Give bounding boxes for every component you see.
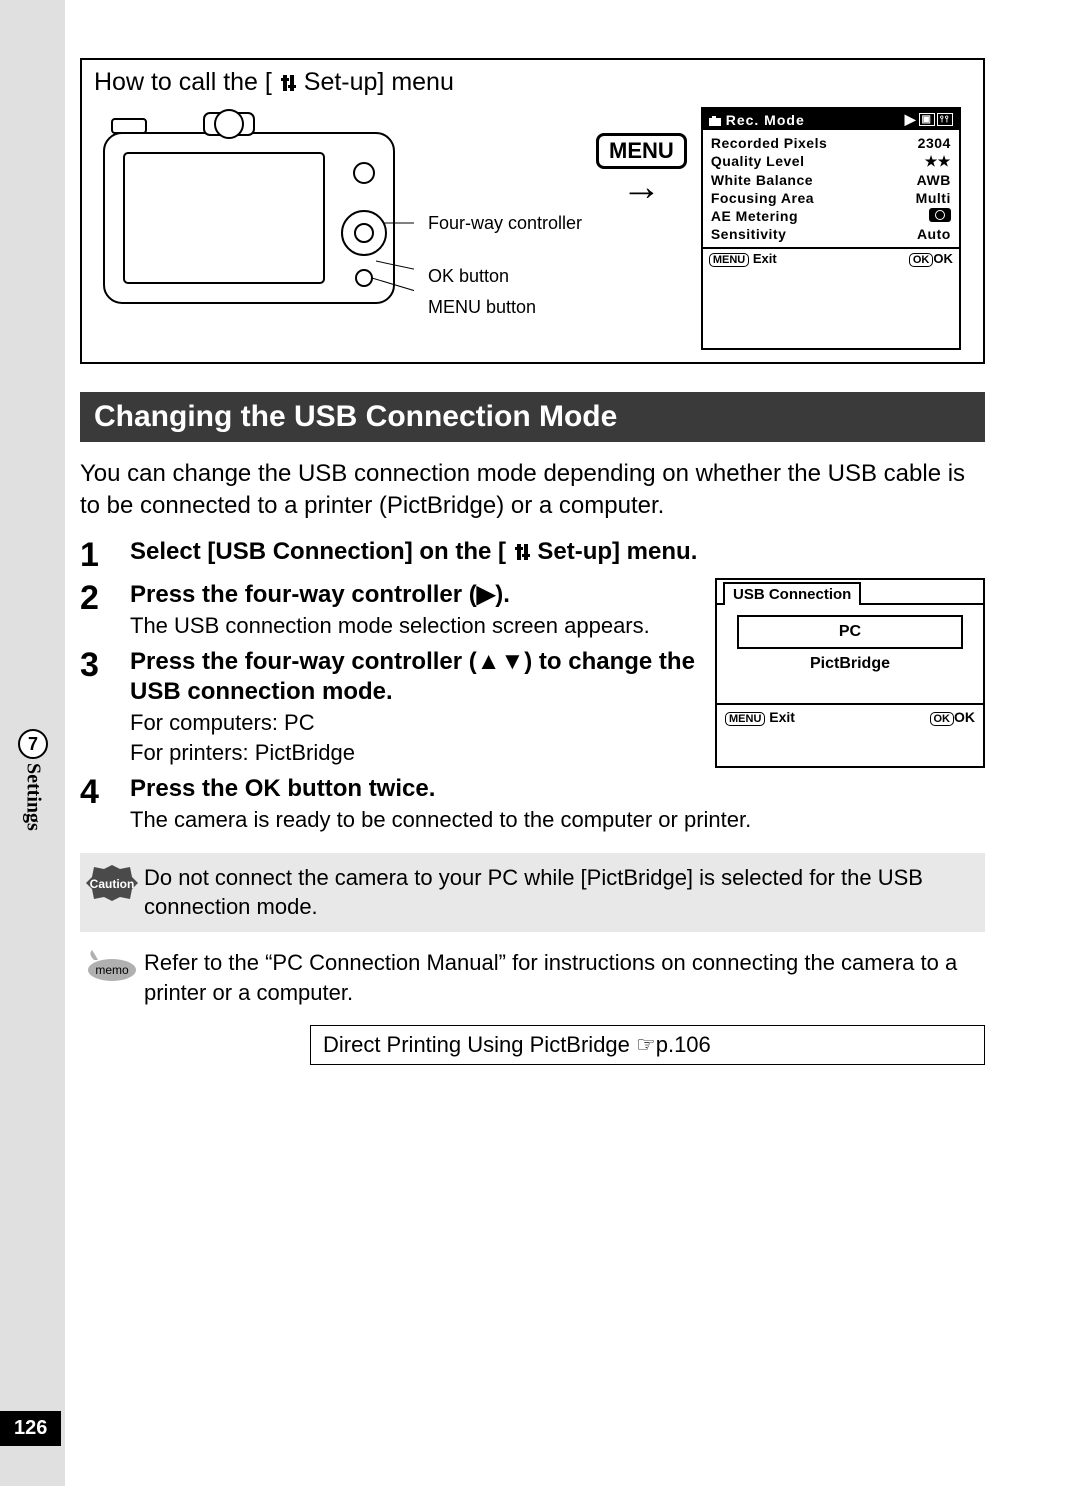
step-2-head: Press the four-way controller (▶).: [130, 580, 697, 610]
cross-reference-box: Direct Printing Using PictBridge ☞p.106: [310, 1025, 985, 1065]
label-ok-button: OK button: [428, 266, 582, 287]
intro-paragraph: You can change the USB connection mode d…: [80, 458, 985, 523]
step-3-head: Press the four-way controller (▲▼) to ch…: [130, 647, 697, 707]
section-heading: Changing the USB Connection Mode: [80, 392, 985, 442]
step-4: 4 Press the OK button twice. The camera …: [80, 774, 985, 835]
memo-box: memo Refer to the “PC Connection Manual”…: [80, 948, 985, 1007]
usb-tab-label: USB Connection: [723, 582, 861, 605]
caution-box: Caution Do not connect the camera to you…: [80, 853, 985, 932]
step-1-head: Select [USB Connection] on the [ Set-up]…: [130, 537, 985, 567]
lcd-r3-l: Focusing Area: [711, 190, 814, 206]
setup-icon: [513, 542, 531, 562]
lcd-r2-r: AWB: [917, 172, 951, 188]
lcd-r5-l: Sensitivity: [711, 226, 787, 242]
lcd-r3-r: Multi: [916, 190, 951, 206]
setup-title-suffix: Set-up] menu: [304, 68, 454, 96]
usb-connection-screen: USB Connection PC PictBridge MENU Exit O…: [715, 578, 985, 768]
chapter-label: Settings: [22, 763, 45, 831]
lcd-header-title: Rec. Mode: [709, 112, 805, 128]
lcd-rec-mode: Rec. Mode ▶▣⫯⫯ Recorded Pixels 2304 Quali…: [701, 107, 961, 350]
setup-icon: [279, 73, 297, 93]
usb-footer-left: MENU Exit: [725, 709, 795, 726]
lcd-footer-right: OKOK: [909, 251, 953, 267]
memo-text: Refer to the “PC Connection Manual” for …: [144, 948, 985, 1007]
step-4-text: The camera is ready to be connected to t…: [130, 806, 985, 835]
step-3-num: 3: [80, 647, 130, 768]
setup-title-prefix: How to call the [: [94, 68, 272, 96]
step-1-num: 1: [80, 537, 130, 574]
step-2-num: 2: [80, 580, 130, 641]
caution-icon: Caution: [80, 863, 144, 903]
metering-icon: [929, 208, 951, 222]
camera-small-icon: [709, 116, 721, 126]
lcd-r0-l: Recorded Pixels: [711, 135, 827, 151]
step-4-head: Press the OK button twice.: [130, 774, 985, 804]
menu-button-graphic: MENU: [596, 133, 687, 169]
label-four-way: Four-way controller: [428, 213, 582, 234]
lcd-r5-r: Auto: [917, 226, 951, 242]
memo-icon: memo: [80, 948, 144, 984]
setup-title: How to call the [ Set-up] menu: [94, 68, 971, 97]
lcd-r0-r: 2304: [918, 135, 951, 151]
step-3-text2: For printers: PictBridge: [130, 739, 697, 768]
lcd-r4-l: AE Metering: [711, 208, 798, 224]
usb-option-pc: PC: [737, 615, 963, 649]
step-2: 2 Press the four-way controller (▶). The…: [80, 580, 697, 641]
label-menu-button: MENU button: [428, 297, 582, 318]
step-1: 1 Select [USB Connection] on the [ Set-u…: [80, 537, 985, 574]
svg-text:Caution: Caution: [90, 877, 135, 891]
lcd-r1-r: ★★: [925, 153, 951, 170]
page-number: 126: [0, 1411, 61, 1446]
step-3-text1: For computers: PC: [130, 709, 697, 738]
usb-option-pictbridge: PictBridge: [717, 649, 983, 679]
chapter-tab: 7 Settings: [18, 729, 48, 831]
step-2-text: The USB connection mode selection screen…: [130, 612, 697, 641]
lcd-header-tabs: ▶▣⫯⫯: [905, 111, 953, 128]
caution-text: Do not connect the camera to your PC whi…: [144, 863, 973, 922]
lcd-r1-l: Quality Level: [711, 153, 805, 170]
step-3: 3 Press the four-way controller (▲▼) to …: [80, 647, 697, 768]
usb-footer-right: OKOK: [930, 709, 976, 726]
chapter-number: 7: [18, 729, 48, 759]
svg-text:memo: memo: [95, 963, 129, 977]
step-4-num: 4: [80, 774, 130, 835]
menu-arrow-group: MENU →: [596, 133, 687, 350]
arrow-right-icon: →: [621, 175, 661, 199]
camera-labels: Four-way controller OK button MENU butto…: [428, 213, 582, 350]
setup-callout-box: How to call the [ Set-up] menu: [80, 58, 985, 364]
camera-illustration: [94, 103, 414, 323]
lcd-footer-left: MENU Exit: [709, 251, 777, 267]
lcd-r2-l: White Balance: [711, 172, 813, 188]
lcd-body: Recorded Pixels 2304 Quality Level ★★ Whit…: [703, 130, 959, 247]
